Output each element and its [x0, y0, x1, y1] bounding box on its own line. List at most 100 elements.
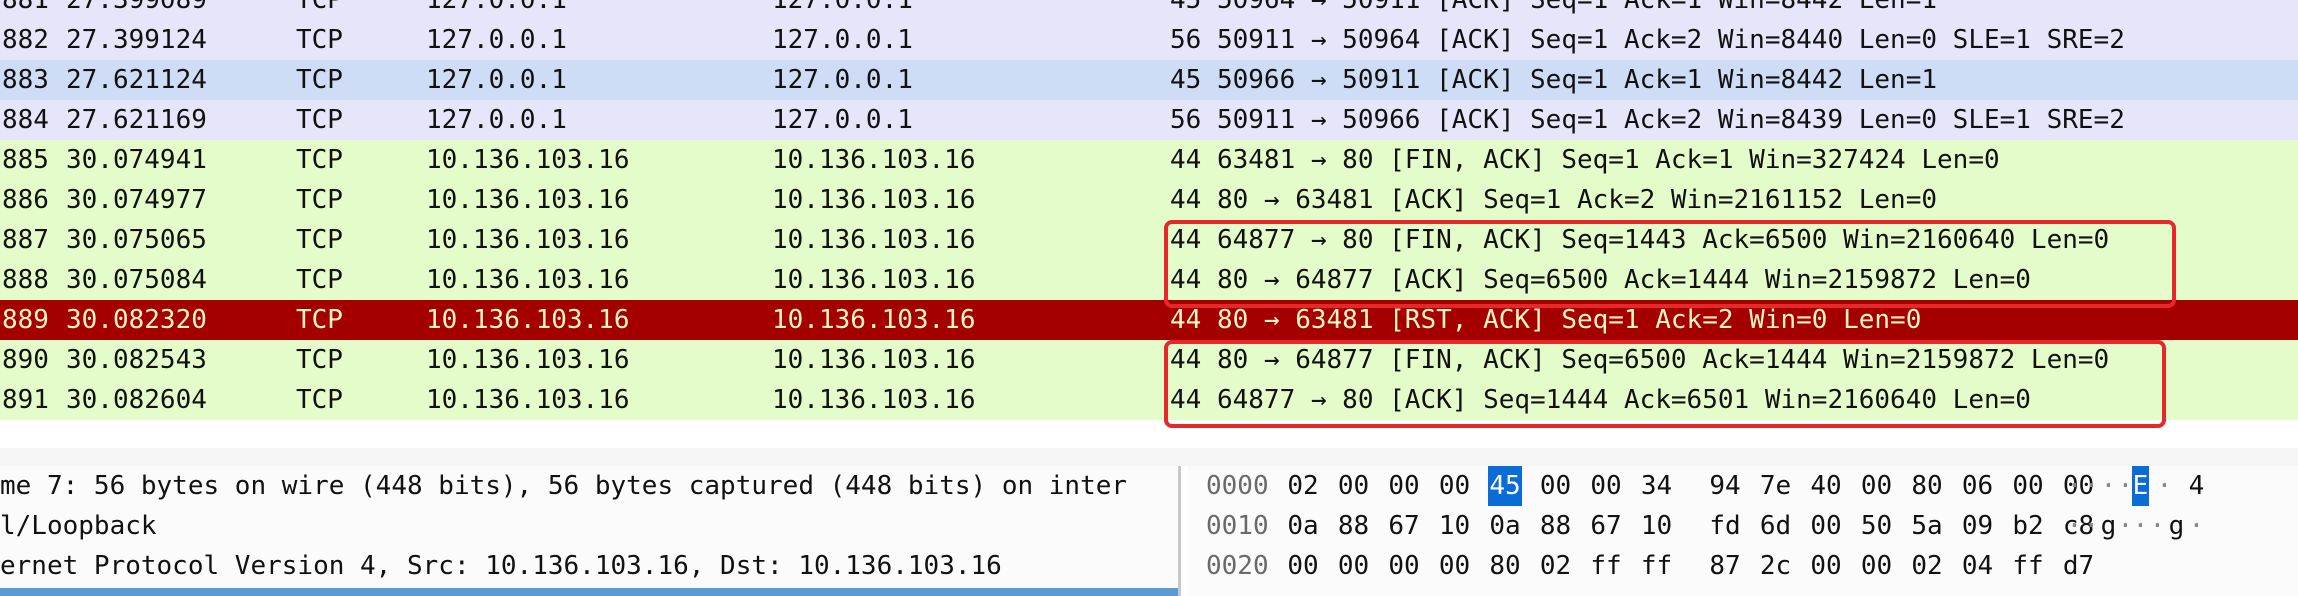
hex-row[interactable]: 0000 02 00 00 00 45 00 00 34 94 7e 40 00 80 06 00 00 · · · ·…	[1188, 466, 2298, 506]
hex-byte[interactable]: 80	[1488, 546, 1522, 586]
packet-row[interactable]: 887 30.075065 TCP 10.136.103.16 10.136.103.1…	[0, 220, 2298, 260]
hex-byte[interactable]: 06	[1961, 466, 1995, 506]
hex-byte[interactable]: 50	[1860, 506, 1894, 546]
hex-byte[interactable]: 0a	[1488, 506, 1522, 546]
packet-protocol: TCP	[296, 265, 343, 295]
detail-null-loopback[interactable]: l/Loopback	[0, 506, 157, 546]
hex-byte[interactable]: 87	[1708, 546, 1742, 586]
hex-byte[interactable]: 00	[1860, 546, 1894, 586]
hex-byte[interactable]: b2	[2011, 506, 2045, 546]
packet-row[interactable]: 888 30.075084 TCP 10.136.103.16 10.136.103.1…	[0, 260, 2298, 300]
hex-byte[interactable]: 00	[1438, 466, 1472, 506]
hex-byte[interactable]: 88	[1539, 506, 1573, 546]
hex-byte[interactable]: 88	[1337, 506, 1371, 546]
hex-row[interactable]: 0010 0a 88 67 10 0a 88 67 10 fd 6d 00 50 5a 09 b2 c8 · · g ·…	[1188, 506, 2298, 546]
hex-byte[interactable]: 45	[1488, 466, 1522, 506]
packet-time: 30.075065	[66, 225, 207, 255]
hex-offset: 0000	[1206, 471, 1269, 501]
hex-byte[interactable]: 00	[1860, 466, 1894, 506]
hex-byte[interactable]: 10	[1438, 506, 1472, 546]
ascii-char[interactable]: ·	[2083, 506, 2100, 546]
hex-byte[interactable]: d7	[2062, 546, 2096, 586]
hex-byte[interactable]: 6d	[1759, 506, 1793, 546]
detail-ipv4[interactable]: ernet Protocol Version 4, Src: 10.136.10…	[0, 546, 1002, 586]
packet-destination: 127.0.0.1	[772, 25, 913, 55]
packet-list[interactable]: 881 27.399089 TCP 127.0.0.1 127.0.0.1 45 5096…	[0, 0, 2298, 420]
packet-details-pane[interactable]: me 7: 56 bytes on wire (448 bits), 56 by…	[0, 466, 1181, 596]
hex-byte[interactable]: fd	[1708, 506, 1742, 546]
ascii-char[interactable]: ·	[2083, 466, 2100, 506]
packet-time: 27.621124	[66, 65, 207, 95]
hex-byte[interactable]: 09	[1961, 506, 1995, 546]
packet-row[interactable]: 884 27.621169 TCP 127.0.0.1 127.0.0.1 56 5091…	[0, 100, 2298, 140]
hex-byte[interactable]: 2c	[1759, 546, 1793, 586]
hex-byte[interactable]: 00	[1589, 466, 1623, 506]
packet-time: 30.074977	[66, 185, 207, 215]
ascii-char[interactable]: ·	[2100, 466, 2117, 506]
packet-time: 30.082320	[66, 305, 207, 335]
hex-byte[interactable]: 00	[1809, 506, 1843, 546]
ascii-char[interactable]: ·	[2132, 506, 2149, 546]
hex-byte[interactable]: 80	[1910, 466, 1944, 506]
hex-byte[interactable]: 00	[1337, 466, 1371, 506]
hex-byte[interactable]: 02	[1286, 466, 1320, 506]
packet-row[interactable]: 881 27.399089 TCP 127.0.0.1 127.0.0.1 45 5096…	[0, 0, 2298, 20]
ascii-char[interactable]: ·	[2156, 466, 2173, 506]
hex-byte[interactable]: 00	[1286, 546, 1320, 586]
packet-info: 56 50911 → 50966 [ACK] Seq=1 Ack=2 Win=8…	[1170, 105, 2125, 135]
packet-protocol: TCP	[296, 345, 343, 375]
packet-protocol: TCP	[296, 385, 343, 415]
hex-byte[interactable]: 00	[2011, 466, 2045, 506]
hex-byte[interactable]: 00	[1539, 466, 1573, 506]
hex-byte[interactable]: 02	[1539, 546, 1573, 586]
packet-row[interactable]: 890 30.082543 TCP 10.136.103.16 10.136.103.1…	[0, 340, 2298, 380]
hex-byte[interactable]: 67	[1589, 506, 1623, 546]
ascii-char[interactable]: ·	[2149, 506, 2166, 546]
ascii-char[interactable]: E	[2132, 466, 2149, 506]
ascii-char[interactable]: 4	[2188, 466, 2205, 506]
hex-byte[interactable]: 00	[1387, 466, 1421, 506]
hex-byte[interactable]: 00	[1387, 546, 1421, 586]
packet-protocol: TCP	[296, 65, 343, 95]
hex-byte[interactable]: 34	[1640, 466, 1674, 506]
packet-source: 127.0.0.1	[426, 0, 567, 15]
packet-row[interactable]: 889 30.082320 TCP 10.136.103.16 10.136.103.1…	[0, 300, 2298, 340]
hex-byte[interactable]: 02	[1910, 546, 1944, 586]
hex-byte[interactable]: 00	[1438, 546, 1472, 586]
hex-offset: 0020	[1206, 551, 1269, 581]
packet-row[interactable]: 882 27.399124 TCP 127.0.0.1 127.0.0.1 56 5091…	[0, 20, 2298, 60]
packet-destination: 10.136.103.16	[772, 225, 976, 255]
hex-byte[interactable]: ff	[1640, 546, 1674, 586]
hex-row[interactable]: 0020 00 00 00 00 80 02 ff ff 87 2c 00 00 02 04 ff d7	[1188, 546, 2298, 586]
hex-byte[interactable]: 5a	[1910, 506, 1944, 546]
packet-info: 44 80 → 63481 [RST, ACK] Seq=1 Ack=2 Win…	[1170, 305, 1922, 335]
ascii-char[interactable]: ·	[2066, 466, 2083, 506]
hex-byte[interactable]: 7e	[1759, 466, 1793, 506]
hex-byte[interactable]: 67	[1387, 506, 1421, 546]
hex-byte[interactable]: 94	[1708, 466, 1742, 506]
hex-byte[interactable]: 40	[1809, 466, 1843, 506]
ascii-char[interactable]: g	[2100, 506, 2117, 546]
packet-row[interactable]: 883 27.621124 TCP 127.0.0.1 127.0.0.1 45 5096…	[0, 60, 2298, 100]
hex-byte[interactable]: 0a	[1286, 506, 1320, 546]
packet-time: 27.621169	[66, 105, 207, 135]
ascii-char[interactable]: ·	[2188, 506, 2205, 546]
hex-byte[interactable]: 00	[1809, 546, 1843, 586]
hex-byte[interactable]: 04	[1961, 546, 1995, 586]
hex-byte[interactable]: 10	[1640, 506, 1674, 546]
pane-divider[interactable]	[0, 448, 2298, 466]
hex-byte[interactable]: 00	[1337, 546, 1371, 586]
packet-number: 883	[2, 65, 49, 95]
hex-byte[interactable]: ff	[2011, 546, 2045, 586]
hex-byte[interactable]: ff	[1589, 546, 1623, 586]
ascii-char[interactable]: g	[2168, 506, 2185, 546]
ascii-char[interactable]: ·	[2066, 506, 2083, 546]
packet-row[interactable]: 886 30.074977 TCP 10.136.103.16 10.136.103.1…	[0, 180, 2298, 220]
packet-protocol: TCP	[296, 25, 343, 55]
packet-row[interactable]: 891 30.082604 TCP 10.136.103.16 10.136.103.1…	[0, 380, 2298, 420]
packet-info: 56 50911 → 50964 [ACK] Seq=1 Ack=2 Win=8…	[1170, 25, 2125, 55]
packet-info: 44 80 → 63481 [ACK] Seq=1 Ack=2 Win=2161…	[1170, 185, 1938, 215]
packet-bytes-pane[interactable]: 0000 02 00 00 00 45 00 00 34 94 7e 40 00 80 06 00 00 · · · ·…	[1188, 466, 2298, 596]
packet-row[interactable]: 885 30.074941 TCP 10.136.103.16 10.136.103.1…	[0, 140, 2298, 180]
detail-frame[interactable]: me 7: 56 bytes on wire (448 bits), 56 by…	[0, 466, 1127, 506]
